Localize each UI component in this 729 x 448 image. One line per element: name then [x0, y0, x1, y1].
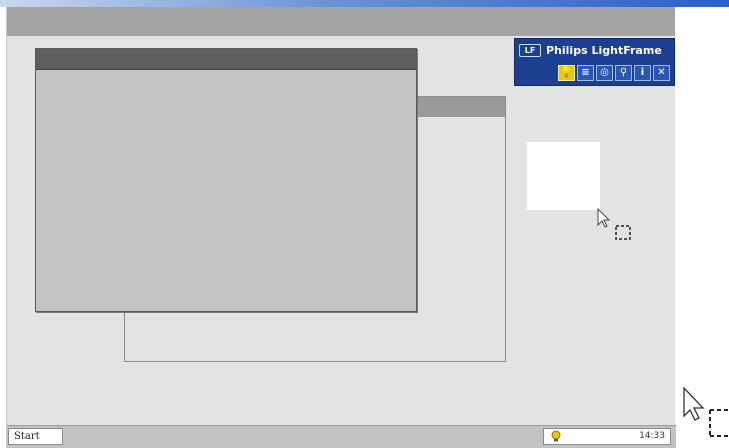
power-icon[interactable]: ◎: [596, 65, 613, 81]
close-icon[interactable]: ✕: [653, 65, 670, 81]
bulb-icon[interactable]: [550, 430, 562, 443]
search-icon[interactable]: ⚲: [615, 65, 632, 81]
taskbar: Start 14:33: [7, 425, 676, 448]
list-icon[interactable]: ≡: [577, 65, 594, 81]
lightframe-toolbar: 💡 ≡ ◎ ⚲ i ✕: [558, 65, 670, 81]
selected-area: [527, 142, 600, 210]
info-icon[interactable]: i: [634, 65, 651, 81]
foreground-window[interactable]: [35, 48, 417, 312]
top-gradient-strip: [0, 0, 729, 7]
foreground-window-titlebar[interactable]: [36, 49, 416, 70]
cursor-select-icon: [597, 208, 631, 240]
clock: 14:33: [639, 431, 665, 441]
lightframe-title: Philips LightFrame: [546, 43, 662, 57]
system-tray: 14:33: [543, 428, 671, 445]
lightframe-logo-icon: LF: [519, 43, 541, 57]
lightframe-header: LF Philips LightFrame: [519, 42, 662, 58]
lightframe-widget[interactable]: LF Philips LightFrame 💡 ≡ ◎ ⚲ i ✕: [514, 38, 675, 86]
screen-title-bar: [7, 7, 675, 36]
bulb-icon[interactable]: 💡: [558, 65, 575, 81]
cursor-select-icon: [683, 386, 729, 437]
start-button[interactable]: Start: [8, 428, 63, 445]
desktop-screen: LF Philips LightFrame 💡 ≡ ◎ ⚲ i ✕ Start …: [6, 7, 676, 448]
